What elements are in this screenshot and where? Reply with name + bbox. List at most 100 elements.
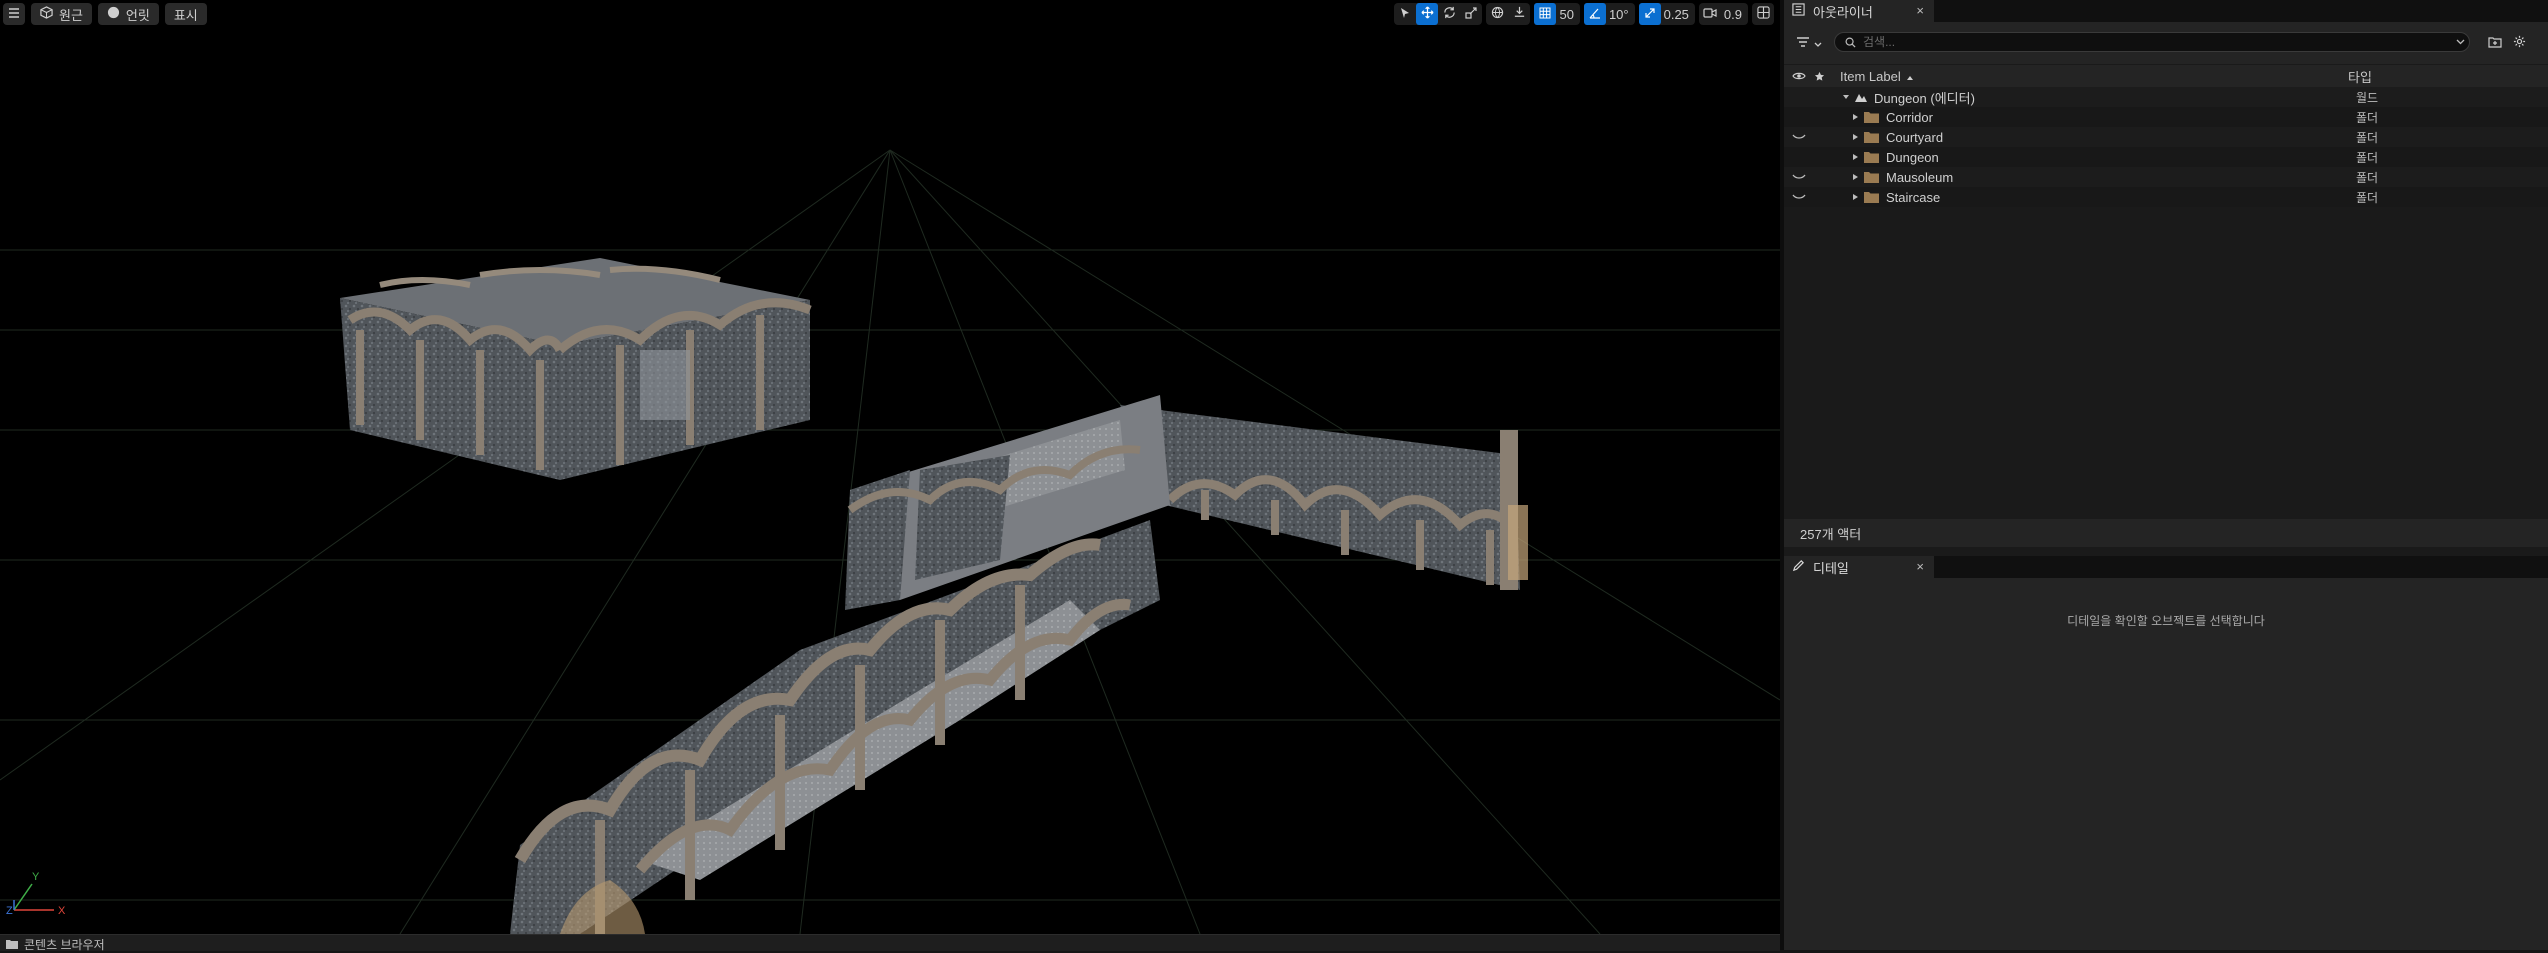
viewport-right-toolbar: 50 10° 0.25 0.9 bbox=[1394, 3, 1774, 25]
world-icon bbox=[1854, 87, 1868, 107]
item-label-column-header[interactable]: Item Label bbox=[1840, 65, 1914, 87]
cube-icon bbox=[40, 6, 53, 22]
viewport-layout-group bbox=[1752, 3, 1774, 25]
camera-speed-value[interactable]: 0.9 bbox=[1721, 7, 1748, 22]
details-tab[interactable]: 디테일 × bbox=[1784, 556, 1934, 578]
scale-snap-value[interactable]: 0.25 bbox=[1661, 7, 1695, 22]
viewport-layout-button[interactable] bbox=[1752, 3, 1774, 25]
details-close-button[interactable]: × bbox=[1916, 559, 1924, 574]
outliner-close-button[interactable]: × bbox=[1916, 3, 1924, 18]
details-tab-title: 디테일 bbox=[1813, 560, 1849, 576]
tree-row-item[interactable]: Mausoleum 폴더 bbox=[1784, 167, 2548, 187]
item-label: Dungeon bbox=[1886, 149, 1939, 165]
folder-icon bbox=[1864, 187, 1879, 207]
select-tool[interactable] bbox=[1394, 3, 1416, 25]
bottom-drawer-bar: 콘텐츠 브라우저 bbox=[0, 934, 1780, 953]
item-label: Corridor bbox=[1886, 109, 1933, 125]
svg-text:Y: Y bbox=[32, 871, 40, 883]
translate-tool[interactable] bbox=[1416, 3, 1439, 25]
folder-icon bbox=[1864, 147, 1879, 167]
expand-arrow-icon[interactable] bbox=[1852, 147, 1859, 167]
building-corridor[interactable] bbox=[510, 395, 1528, 934]
expand-arrow-icon[interactable] bbox=[1852, 187, 1859, 207]
folder-icon bbox=[1864, 107, 1879, 127]
outliner-tree: Dungeon (에디터) 월드 Corridor 폴더 Courtyard 폴… bbox=[1784, 87, 2548, 207]
root-label: Dungeon (에디터) bbox=[1874, 90, 1975, 106]
item-label: Staircase bbox=[1886, 189, 1941, 205]
outliner-settings-button[interactable] bbox=[2510, 34, 2528, 52]
star-column-icon[interactable] bbox=[1814, 65, 1825, 87]
tree-row-item[interactable]: Courtyard 폴더 bbox=[1784, 127, 2548, 147]
details-empty-message: 디테일을 확인할 오브젝트를 선택합니다 bbox=[2067, 614, 2265, 628]
outliner-tab-bar: 아웃라이너 × bbox=[1784, 0, 2548, 22]
grid-snap-group[interactable]: 50 bbox=[1534, 3, 1580, 25]
gear-icon bbox=[2513, 35, 2526, 51]
scale-snap-group[interactable]: 0.25 bbox=[1638, 3, 1695, 25]
grid-snap-toggle[interactable] bbox=[1534, 3, 1557, 25]
surface-snap-icon bbox=[1513, 6, 1526, 22]
hamburger-icon bbox=[8, 7, 20, 22]
item-label: Courtyard bbox=[1886, 129, 1944, 145]
outliner-search-row bbox=[1784, 22, 2548, 64]
lit-mode-button[interactable]: 언릿 bbox=[97, 3, 159, 25]
tree-row-item[interactable]: Dungeon 폴더 bbox=[1784, 147, 2548, 167]
building-arcade-block[interactable] bbox=[340, 258, 812, 480]
transform-tools bbox=[1394, 3, 1483, 25]
surface-snap-button[interactable] bbox=[1508, 3, 1530, 25]
expand-arrow-icon[interactable] bbox=[1852, 167, 1859, 187]
item-type: 폴더 bbox=[2356, 190, 2379, 205]
grid-icon bbox=[1539, 7, 1551, 22]
scale-arrow-icon bbox=[1644, 7, 1656, 22]
outliner-list-icon bbox=[1792, 3, 1805, 19]
level-viewport[interactable]: X Y Z 원근 언릿 표시 50 10° 0.25 0.9 bbox=[0, 0, 1780, 934]
expand-arrow-icon[interactable] bbox=[1852, 107, 1859, 127]
collapse-arrow-icon[interactable] bbox=[1842, 87, 1850, 107]
hidden-eye-icon[interactable] bbox=[1792, 187, 1806, 207]
outliner-tab[interactable]: 아웃라이너 × bbox=[1784, 0, 1934, 22]
search-icon bbox=[1841, 37, 1859, 48]
expand-arrow-icon[interactable] bbox=[1852, 127, 1859, 147]
actor-count-bar: 257개 액터 bbox=[1784, 519, 2548, 547]
rotation-snap-group[interactable]: 10° bbox=[1583, 3, 1635, 25]
tree-row-root[interactable]: Dungeon (에디터) 월드 bbox=[1784, 87, 2548, 107]
sphere-icon bbox=[107, 6, 120, 22]
outliner-tab-title: 아웃라이너 bbox=[1813, 4, 1873, 20]
content-browser-tab[interactable]: 콘텐츠 브라우저 bbox=[6, 936, 105, 953]
folder-icon bbox=[6, 938, 18, 952]
rotation-snap-value[interactable]: 10° bbox=[1606, 7, 1635, 22]
tree-row-item[interactable]: Staircase 폴더 bbox=[1784, 187, 2548, 207]
scale-snap-toggle[interactable] bbox=[1638, 3, 1661, 25]
add-folder-button[interactable] bbox=[2486, 34, 2504, 52]
view-mode-button[interactable]: 원근 bbox=[31, 3, 92, 25]
camera-speed-group[interactable]: 0.9 bbox=[1698, 3, 1748, 25]
item-type: 폴더 bbox=[2356, 130, 2379, 145]
hidden-eye-icon[interactable] bbox=[1792, 127, 1806, 147]
pencil-icon bbox=[1792, 559, 1805, 575]
details-tab-bar: 디테일 × bbox=[1784, 556, 2548, 578]
camera-icon bbox=[1703, 7, 1717, 22]
grid-snap-value[interactable]: 50 bbox=[1556, 7, 1579, 22]
viewport-menu-button[interactable] bbox=[3, 3, 25, 25]
actor-count: 257개 액터 bbox=[1800, 526, 1862, 542]
world-space-button[interactable] bbox=[1486, 3, 1508, 25]
globe-icon bbox=[1491, 6, 1504, 22]
show-button[interactable]: 표시 bbox=[164, 3, 207, 25]
search-input[interactable] bbox=[1859, 35, 2451, 49]
rotate-tool[interactable] bbox=[1438, 3, 1460, 25]
tree-row-item[interactable]: Corridor 폴더 bbox=[1784, 107, 2548, 127]
type-column-header[interactable]: 타입 bbox=[2348, 65, 2372, 87]
hidden-eye-icon[interactable] bbox=[1792, 167, 1806, 187]
scene-render[interactable]: X Y Z bbox=[0, 0, 1780, 934]
visibility-column-icon[interactable] bbox=[1792, 65, 1806, 87]
lit-mode-label: 언릿 bbox=[125, 7, 150, 23]
side-panels: 아웃라이너 × Item Label 타입 Dungeon (에디터) bbox=[1780, 0, 2548, 950]
outliner-search-box bbox=[1834, 32, 2470, 52]
camera-speed-button[interactable] bbox=[1699, 3, 1721, 25]
details-body: 디테일을 확인할 오브젝트를 선택합니다 bbox=[1784, 578, 2548, 950]
search-dropdown-icon[interactable] bbox=[2451, 39, 2469, 45]
item-type: 폴더 bbox=[2356, 150, 2379, 165]
rotation-snap-toggle[interactable] bbox=[1583, 3, 1606, 25]
scale-tool[interactable] bbox=[1460, 3, 1482, 25]
show-label: 표시 bbox=[173, 7, 198, 23]
filter-button[interactable] bbox=[1796, 33, 1828, 53]
